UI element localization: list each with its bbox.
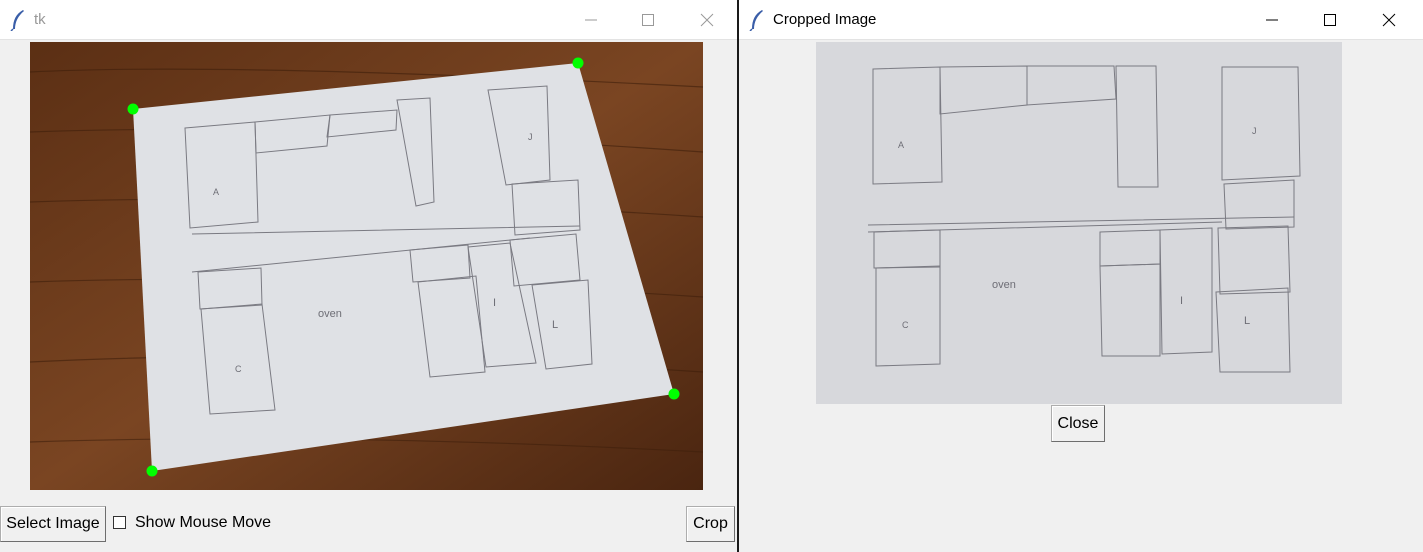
sketch-label-j: J bbox=[1252, 126, 1257, 136]
window-title: Cropped Image bbox=[773, 11, 877, 28]
close-dialog-button[interactable]: Close bbox=[1051, 405, 1105, 442]
corner-marker-br[interactable] bbox=[668, 388, 680, 400]
sketch-label-a: A bbox=[898, 140, 904, 150]
maximize-icon bbox=[1324, 14, 1336, 26]
paper-cropped bbox=[816, 42, 1342, 404]
maximize-button[interactable] bbox=[625, 0, 671, 40]
window-title: tk bbox=[34, 11, 46, 28]
select-image-button[interactable]: Select Image bbox=[0, 506, 106, 542]
show-mouse-move-checkbox[interactable] bbox=[113, 516, 126, 529]
corner-marker-tl[interactable] bbox=[127, 103, 139, 115]
maximize-icon bbox=[642, 14, 654, 26]
show-mouse-move-label[interactable]: Show Mouse Move bbox=[135, 514, 271, 532]
sketch-label-oven: oven bbox=[318, 308, 342, 320]
feather-icon bbox=[749, 10, 763, 31]
sketch-label-i: I bbox=[1180, 295, 1183, 307]
minimize-button[interactable] bbox=[1249, 0, 1295, 40]
sketch-label-l: L bbox=[1244, 315, 1250, 327]
crop-button[interactable]: Crop bbox=[686, 506, 735, 542]
sketch-label-i: I bbox=[493, 297, 496, 309]
corner-marker-tr[interactable] bbox=[572, 57, 584, 69]
tk-titlebar[interactable]: tk bbox=[0, 0, 737, 40]
cropped-photo: A oven C I L J bbox=[816, 42, 1342, 404]
sketch-label-c: C bbox=[235, 364, 242, 374]
source-image-canvas[interactable]: A oven C I L J bbox=[30, 42, 703, 490]
crop-titlebar[interactable]: Cropped Image bbox=[739, 0, 1423, 40]
close-button[interactable] bbox=[684, 0, 730, 40]
cropped-image-window: Cropped Image A oven C I L J Close bbox=[739, 0, 1423, 552]
minimize-icon bbox=[585, 19, 597, 21]
tk-window: tk A oven C I L J Select Image Show Mous… bbox=[0, 0, 737, 552]
sketch-label-j: J bbox=[528, 132, 533, 142]
source-photo[interactable]: A oven C I L J bbox=[30, 42, 703, 490]
close-icon bbox=[700, 13, 714, 27]
cropped-image: A oven C I L J bbox=[816, 42, 1342, 404]
maximize-button[interactable] bbox=[1307, 0, 1353, 40]
sketch-label-c: C bbox=[902, 320, 909, 330]
close-icon bbox=[1382, 13, 1396, 27]
close-button[interactable] bbox=[1366, 0, 1412, 40]
sketch-label-l: L bbox=[552, 319, 558, 331]
sketch-label-a: A bbox=[213, 187, 219, 197]
minimize-button[interactable] bbox=[568, 0, 614, 40]
minimize-icon bbox=[1266, 19, 1278, 21]
sketch-label-oven: oven bbox=[992, 279, 1016, 291]
corner-marker-bl[interactable] bbox=[146, 465, 158, 477]
feather-icon bbox=[10, 10, 24, 31]
